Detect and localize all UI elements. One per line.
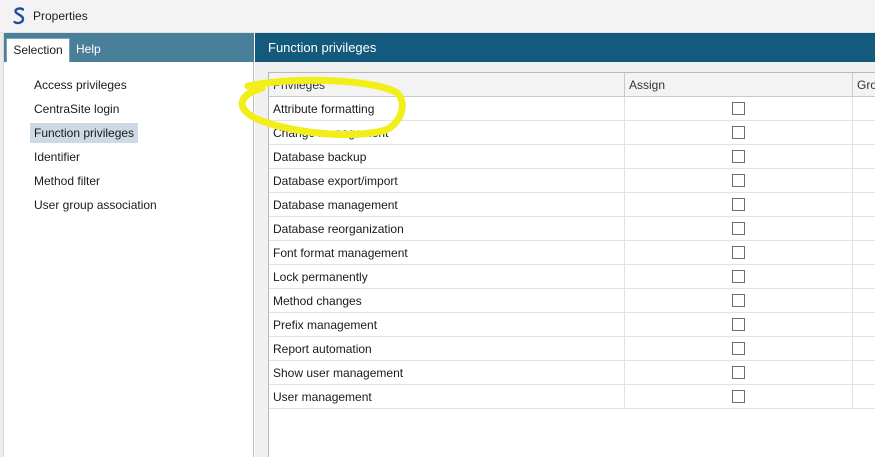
privilege-name: Attribute formatting <box>269 97 625 121</box>
nav-item-function-privileges[interactable]: Function privileges <box>30 123 139 143</box>
app-s-logo-icon <box>13 7 25 25</box>
column-header-group[interactable]: Gro <box>853 73 875 97</box>
privilege-name: Method changes <box>269 289 625 313</box>
nav-item-centrasite-login[interactable]: CentraSite login <box>30 99 123 119</box>
table-row[interactable]: Database backup <box>269 145 875 169</box>
privilege-name: Database reorganization <box>269 217 625 241</box>
table-row[interactable]: Font format management <box>269 241 875 265</box>
assign-cell <box>625 193 853 217</box>
assign-cell <box>625 313 853 337</box>
window-titlebar: Properties <box>0 0 875 33</box>
table-row[interactable]: Database management <box>269 193 875 217</box>
table-row[interactable]: Lock permanently <box>269 265 875 289</box>
assign-checkbox[interactable] <box>732 150 745 163</box>
column-header-assign[interactable]: Assign <box>625 73 853 97</box>
selection-nav-panel: Access privileges CentraSite login Funct… <box>4 62 254 457</box>
table-row[interactable]: Database reorganization <box>269 217 875 241</box>
table-row[interactable]: User management <box>269 385 875 409</box>
assign-cell <box>625 169 853 193</box>
assign-checkbox[interactable] <box>732 342 745 355</box>
assign-checkbox[interactable] <box>732 222 745 235</box>
assign-checkbox[interactable] <box>732 366 745 379</box>
assign-cell <box>625 145 853 169</box>
left-tab-bar: Selection Help <box>4 33 254 62</box>
nav-item-user-group-association[interactable]: User group association <box>30 195 161 215</box>
privilege-name: Lock permanently <box>269 265 625 289</box>
function-privileges-panel: Privileges Assign Gro Attribute formatti… <box>255 62 875 457</box>
assign-cell <box>625 241 853 265</box>
tab-selection[interactable]: Selection <box>6 38 70 62</box>
assign-cell <box>625 289 853 313</box>
window-title: Properties <box>33 9 88 23</box>
privilege-name: Prefix management <box>269 313 625 337</box>
privileges-table: Privileges Assign Gro Attribute formatti… <box>268 72 875 457</box>
tab-help[interactable]: Help <box>74 38 114 62</box>
nav-item-identifier[interactable]: Identifier <box>30 147 84 167</box>
privilege-name: Change management <box>269 121 625 145</box>
panel-title: Function privileges <box>255 33 875 62</box>
nav-item-method-filter[interactable]: Method filter <box>30 171 104 191</box>
assign-cell <box>625 97 853 121</box>
assign-cell <box>625 121 853 145</box>
assign-checkbox[interactable] <box>732 198 745 211</box>
table-header: Privileges Assign Gro <box>269 73 875 97</box>
privilege-name: Show user management <box>269 361 625 385</box>
table-row[interactable]: Show user management <box>269 361 875 385</box>
table-row[interactable]: Database export/import <box>269 169 875 193</box>
column-header-privileges[interactable]: Privileges <box>269 73 625 97</box>
assign-checkbox[interactable] <box>732 126 745 139</box>
table-row[interactable]: Attribute formatting <box>269 97 875 121</box>
privilege-name: Report automation <box>269 337 625 361</box>
table-row[interactable]: Change management <box>269 121 875 145</box>
privilege-name: Database backup <box>269 145 625 169</box>
assign-cell <box>625 385 853 409</box>
table-row[interactable]: Report automation <box>269 337 875 361</box>
privilege-name: Database management <box>269 193 625 217</box>
nav-item-access-privileges[interactable]: Access privileges <box>30 75 131 95</box>
assign-checkbox[interactable] <box>732 270 745 283</box>
assign-cell <box>625 337 853 361</box>
assign-checkbox[interactable] <box>732 294 745 307</box>
assign-cell <box>625 361 853 385</box>
assign-cell <box>625 265 853 289</box>
privilege-name: User management <box>269 385 625 409</box>
assign-checkbox[interactable] <box>732 390 745 403</box>
table-row[interactable]: Prefix management <box>269 313 875 337</box>
privilege-name: Database export/import <box>269 169 625 193</box>
assign-checkbox[interactable] <box>732 246 745 259</box>
assign-checkbox[interactable] <box>732 174 745 187</box>
assign-cell <box>625 217 853 241</box>
assign-checkbox[interactable] <box>732 318 745 331</box>
assign-checkbox[interactable] <box>732 102 745 115</box>
table-row[interactable]: Method changes <box>269 289 875 313</box>
privilege-name: Font format management <box>269 241 625 265</box>
